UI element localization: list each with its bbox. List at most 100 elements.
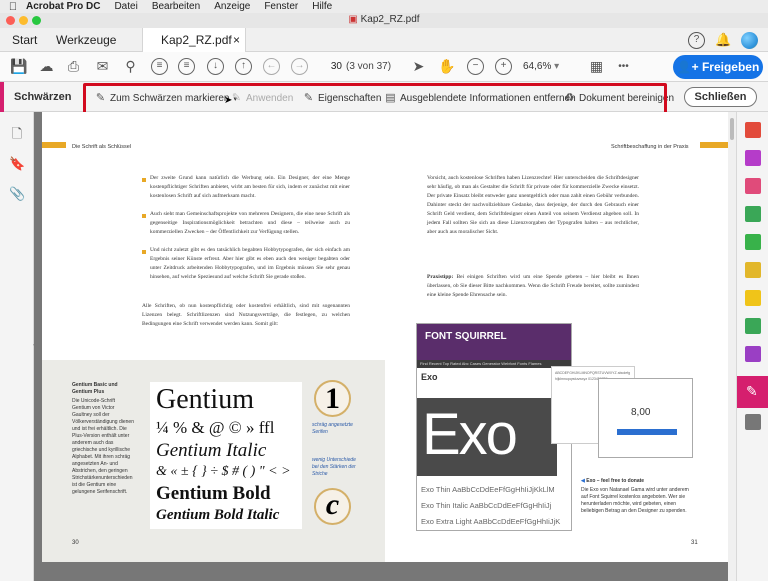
site-logo: FONT SQUIRREL [425,331,507,342]
zoom-in-icon[interactable]: + [495,58,512,75]
previous-page-icon[interactable]: ↑ [235,58,252,75]
select-cursor-icon[interactable]: ➤ [410,58,427,75]
share-button[interactable]: 👤+ Freigeben [673,55,763,79]
back-icon[interactable]: ← [263,58,280,75]
window-title-bar: ▣ Kap2_RZ.pdf [0,13,768,28]
redact-icon[interactable]: ✎ [737,376,768,408]
apple-icon[interactable]:  [0,1,26,13]
bullet-paragraph-2: Auch sieht man Gemeinschaftsprojekte von… [150,211,350,235]
save-icon[interactable]: 💾 [10,58,27,75]
redact-toolbar: Schwärzen ✎ Zum Schwärzen markieren ▾ ✎ … [0,82,768,117]
tab-start[interactable]: Start [12,33,37,47]
specimen-line: Gentium [156,384,254,415]
menu-file[interactable]: Datei [114,1,137,12]
specimen-line: Gentium Italic [156,440,267,461]
left-navigation-rail: 🗋 🔖 📎 ◀ [0,112,39,581]
more-tools-icon[interactable] [745,414,761,430]
attachment-icon[interactable]: 📎 [9,186,25,202]
site-header: FONT SQUIRREL [417,324,571,360]
print-icon[interactable]: ⎙ [65,58,82,75]
tab-close-icon[interactable]: × [233,33,240,47]
avatar[interactable] [741,32,758,49]
body-paragraph: Alle Schriften, ob nun kostenpflichtig o… [142,303,350,327]
menu-window[interactable]: Fenster [264,1,298,12]
share-person-icon: 👤+ [676,60,699,74]
caption-body: Die Exo von Natanael Gama wird unter and… [581,487,689,514]
menu-app-name[interactable]: Acrobat Pro DC [26,1,100,12]
page-number-left: 30 [72,540,79,546]
next-page-icon[interactable]: ↓ [207,58,224,75]
tip-paragraph: Praxistipp: Bei einigen Schriften wird u… [427,274,639,298]
serif-detail-circle: 1 [314,380,351,417]
edit-pdf-icon[interactable] [745,150,761,166]
forward-icon[interactable]: → [291,58,308,75]
email-icon[interactable]: ✉ [94,58,111,75]
running-head-right: Schriftbeschaffung in der Praxis [611,144,689,150]
orange-marker [42,142,66,148]
donate-amount: 8,00 [631,407,651,418]
more-tools-icon[interactable]: ••• [615,58,632,75]
orange-marker [700,142,728,148]
tab-tools[interactable]: Werkzeuge [56,33,116,47]
redact-accent-bar [0,82,4,112]
body-paragraph: Vorsicht, auch kostenlose Schriften habe… [427,175,639,235]
gentium-specimen: Gentium ¼ % & @ © » ffl Gentium Italic &… [150,382,302,529]
tab-document-label: Kap2_RZ.pdf [161,33,232,47]
exo-preview: Exo [417,398,557,476]
page-left: Die Schrift als Schlüssel Der zweite Gru… [42,112,385,562]
zoom-out-icon[interactable]: − [467,58,484,75]
donate-button-graphic [617,429,677,435]
fill-sign-icon[interactable] [745,318,761,334]
specimen-line: ¼ % & @ © » ffl [156,418,275,437]
tab-document[interactable]: Kap2_RZ.pdf × [142,28,246,52]
close-redact-button[interactable]: Schließen [684,87,757,107]
annotation-note-1: schräg angesetzte Serifen [312,422,353,435]
bookmark-icon[interactable]: 🔖 [9,156,25,172]
organize-icon[interactable] [745,234,761,250]
page-thumbnails-icon[interactable]: 🗋 [9,126,25,142]
menu-help[interactable]: Hilfe [312,1,332,12]
comment-icon[interactable] [745,290,761,306]
bell-icon[interactable]: 🔔 [715,32,731,48]
help-icon[interactable]: ? [688,32,705,49]
page-count: (3 von 37) [346,61,392,72]
specimen-line: & « ± { } ÷ $ # ( ) " < > [156,464,291,479]
sidenote-body: Die Unicode-Schrift Gentium von Victor G… [72,398,134,495]
fit-page-icon[interactable]: ≡ [151,58,168,75]
running-head-left: Die Schrift als Schlüssel [72,144,131,150]
fit-width-icon[interactable]: ≡ [178,58,195,75]
upload-cloud-icon[interactable]: ☁ [38,58,55,75]
create-pdf-icon[interactable] [745,122,761,138]
bullet-marker [142,214,146,218]
vertical-scrollbar[interactable] [728,112,736,581]
site-nav: Find Recent Top Rated Abc Cases Generato… [417,360,571,368]
window-title: ▣ Kap2_RZ.pdf [348,14,420,25]
bullet-paragraph-3: Und nicht zuletzt gibt es den tatsächlic… [150,247,350,280]
bullet-marker [142,250,146,254]
scrollbar-thumb[interactable] [730,118,734,140]
tab-row: Start Werkzeuge Kap2_RZ.pdf × ? 🔔 [0,28,768,52]
document-viewer[interactable]: Die Schrift als Schlüssel Der zweite Gru… [34,112,736,581]
menu-edit[interactable]: Bearbeiten [152,1,200,12]
main-toolbar: 💾 ☁ ⎙ ✉ ⚲ ≡ ≡ ↓ ↑ ← → 30 (3 von 37) ➤ ✋ … [0,52,768,82]
right-tools-rail: ✎ [736,112,768,581]
zoom-select[interactable]: 64,6% ▾ [523,58,573,75]
menu-view[interactable]: Anzeige [214,1,250,12]
combine-icon[interactable] [745,206,761,222]
bullet-marker [142,178,146,182]
font-samples: Exo Thin AaBbCcDdEeFfGgHhIiJjKkLlM Exo T… [421,485,561,526]
hand-tool-icon[interactable]: ✋ [438,58,455,75]
specimen-line: Gentium Bold [156,483,271,504]
annotation-note-2: wenig Unterschiede bei den Stärken der S… [312,457,356,477]
search-icon[interactable]: ⚲ [122,58,139,75]
enhance-scans-icon[interactable] [745,262,761,278]
page-number-right: 31 [691,540,698,546]
stroke-detail-circle: c [314,488,351,525]
protect-icon[interactable] [745,346,761,362]
page-number-input[interactable]: 30 [318,58,342,75]
page-display-icon[interactable]: ▦ [588,58,605,75]
donate-dialog: 8,00 [598,378,693,458]
export-pdf-icon[interactable] [745,178,761,194]
redact-title: Schwärzen [14,91,72,103]
bullet-paragraph-1: Der zweite Grund kann natürlich die Werb… [150,175,350,199]
